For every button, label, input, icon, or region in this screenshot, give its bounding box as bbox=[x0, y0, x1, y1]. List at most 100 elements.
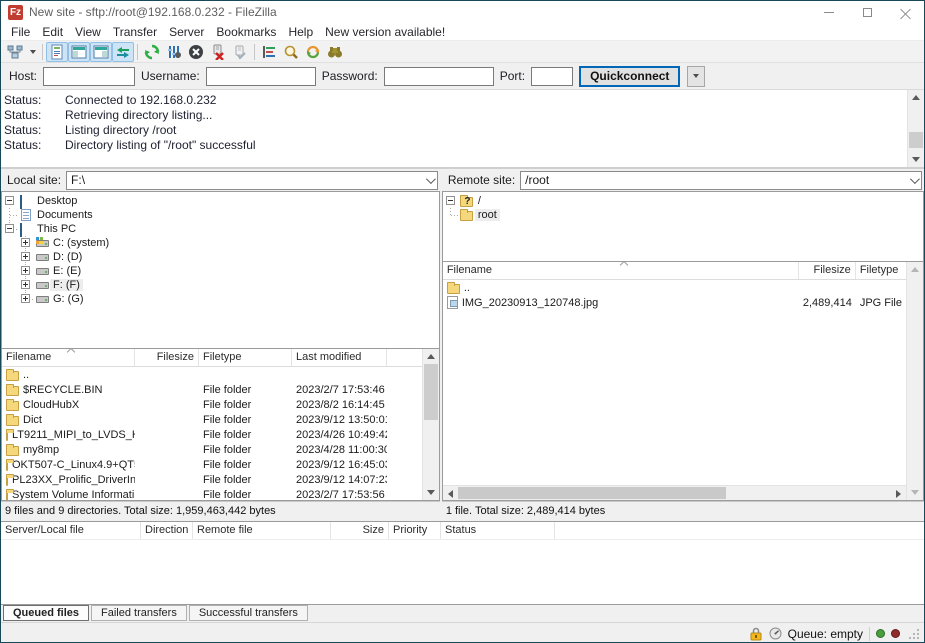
scroll-thumb[interactable] bbox=[909, 132, 923, 148]
toggle-remote-tree-button[interactable] bbox=[90, 42, 112, 62]
menu-new-version[interactable]: New version available! bbox=[319, 25, 451, 39]
maximize-button[interactable] bbox=[848, 1, 886, 23]
expand-icon[interactable] bbox=[21, 252, 30, 261]
remote-list-horizontal-scrollbar[interactable] bbox=[443, 485, 906, 500]
tree-item-this-pc[interactable]: This PC bbox=[2, 222, 439, 236]
menu-help[interactable]: Help bbox=[282, 25, 319, 39]
minimize-button[interactable] bbox=[810, 1, 848, 23]
resize-grip[interactable] bbox=[908, 628, 920, 640]
column-status[interactable]: Status bbox=[441, 522, 555, 539]
column-priority[interactable]: Priority bbox=[389, 522, 441, 539]
column-server-local-file[interactable]: Server/Local file bbox=[1, 522, 141, 539]
tree-item-drive-e[interactable]: E: (E) bbox=[2, 264, 439, 278]
file-row-up[interactable]: .. bbox=[2, 367, 422, 382]
collapse-icon[interactable] bbox=[446, 196, 455, 205]
expand-icon[interactable] bbox=[21, 280, 30, 289]
scroll-up-button[interactable] bbox=[908, 90, 924, 105]
tree-item-desktop[interactable]: Desktop bbox=[2, 194, 439, 208]
tree-item-drive-g[interactable]: G: (G) bbox=[2, 292, 439, 306]
scroll-track[interactable] bbox=[908, 105, 924, 152]
disconnect-button[interactable] bbox=[207, 42, 229, 62]
tab-queued-files[interactable]: Queued files bbox=[3, 605, 89, 621]
scroll-down-button[interactable] bbox=[908, 152, 924, 167]
column-filename[interactable]: Filename bbox=[443, 262, 799, 279]
file-row[interactable]: CloudHubX File folder 2023/8/2 16:14:45 bbox=[2, 397, 422, 412]
local-directory-tree[interactable]: Desktop Documents This PC C: (system) bbox=[1, 191, 440, 348]
remote-directory-tree[interactable]: / root bbox=[442, 191, 924, 261]
username-input[interactable] bbox=[206, 67, 316, 86]
tab-failed-transfers[interactable]: Failed transfers bbox=[91, 605, 187, 621]
speed-gauge-icon[interactable] bbox=[769, 627, 782, 640]
password-input[interactable] bbox=[384, 67, 494, 86]
column-size[interactable]: Size bbox=[331, 522, 389, 539]
local-site-combobox[interactable]: F:\ bbox=[66, 171, 438, 190]
menu-view[interactable]: View bbox=[69, 25, 107, 39]
site-manager-dropdown[interactable] bbox=[26, 42, 39, 62]
filter-button[interactable] bbox=[258, 42, 280, 62]
column-filetype[interactable]: Filetype bbox=[199, 349, 292, 366]
menu-bookmarks[interactable]: Bookmarks bbox=[210, 25, 282, 39]
file-row[interactable]: Dict File folder 2023/9/12 13:50:01 bbox=[2, 412, 422, 427]
tree-item-root[interactable]: root bbox=[443, 208, 923, 222]
scroll-thumb[interactable] bbox=[424, 364, 438, 420]
scroll-down-button[interactable] bbox=[423, 485, 439, 500]
tree-item-documents[interactable]: Documents bbox=[2, 208, 439, 222]
menu-edit[interactable]: Edit bbox=[36, 25, 69, 39]
quickconnect-button[interactable]: Quickconnect bbox=[579, 66, 680, 87]
file-row[interactable]: PL23XX_Prolific_DriverInst... File folde… bbox=[2, 472, 422, 487]
toggle-local-tree-button[interactable] bbox=[68, 42, 90, 62]
file-row[interactable]: my8mp File folder 2023/4/28 11:00:30 bbox=[2, 442, 422, 457]
tree-item-drive-f[interactable]: F: (F) bbox=[2, 278, 439, 292]
toggle-message-log-button[interactable] bbox=[46, 42, 68, 62]
expand-icon[interactable] bbox=[21, 238, 30, 247]
tree-item-drive-d[interactable]: D: (D) bbox=[2, 250, 439, 264]
menu-transfer[interactable]: Transfer bbox=[107, 25, 163, 39]
close-button[interactable] bbox=[886, 1, 924, 23]
file-row[interactable]: LT9211_MIPI_to_LVDS_HV... File folder 20… bbox=[2, 427, 422, 442]
file-row-image[interactable]: IMG_20230913_120748.jpg 2,489,414 JPG Fi… bbox=[443, 295, 906, 310]
menu-server[interactable]: Server bbox=[163, 25, 210, 39]
column-filesize[interactable]: Filesize bbox=[799, 262, 856, 279]
synchronized-browsing-button[interactable] bbox=[302, 42, 324, 62]
remote-site-combobox[interactable]: /root bbox=[520, 171, 922, 190]
column-filename[interactable]: Filename bbox=[2, 349, 135, 366]
scroll-right-button[interactable] bbox=[891, 486, 906, 500]
expand-icon[interactable] bbox=[21, 294, 30, 303]
file-row[interactable]: $RECYCLE.BIN File folder 2023/2/7 17:53:… bbox=[2, 382, 422, 397]
column-last-modified[interactable]: Last modified bbox=[292, 349, 387, 366]
scroll-up-button[interactable] bbox=[907, 262, 923, 277]
collapse-icon[interactable] bbox=[5, 224, 14, 233]
expand-icon[interactable] bbox=[21, 266, 30, 275]
scroll-left-button[interactable] bbox=[443, 486, 458, 500]
cancel-button[interactable] bbox=[185, 42, 207, 62]
find-files-button[interactable] bbox=[324, 42, 346, 62]
file-row-up[interactable]: .. bbox=[443, 280, 906, 295]
scroll-track[interactable] bbox=[423, 364, 439, 485]
scroll-track[interactable] bbox=[907, 277, 923, 485]
scroll-track[interactable] bbox=[458, 486, 891, 500]
local-list-vertical-scrollbar[interactable] bbox=[422, 349, 439, 500]
toggle-transfer-queue-button[interactable] bbox=[112, 42, 134, 62]
column-remote-file[interactable]: Remote file bbox=[193, 522, 331, 539]
site-manager-button[interactable] bbox=[4, 42, 26, 62]
tree-item-root-slash[interactable]: / bbox=[443, 194, 923, 208]
refresh-button[interactable] bbox=[141, 42, 163, 62]
quickconnect-dropdown[interactable] bbox=[687, 66, 705, 87]
tree-item-drive-c[interactable]: C: (system) bbox=[2, 236, 439, 250]
column-direction[interactable]: Direction bbox=[141, 522, 193, 539]
scroll-down-button[interactable] bbox=[907, 485, 923, 500]
lock-icon[interactable] bbox=[749, 627, 763, 641]
file-row[interactable]: System Volume Informati... File folder 2… bbox=[2, 487, 422, 500]
tab-successful-transfers[interactable]: Successful transfers bbox=[189, 605, 308, 621]
remote-list-vertical-scrollbar[interactable] bbox=[906, 262, 923, 500]
port-input[interactable] bbox=[531, 67, 573, 86]
column-filesize[interactable]: Filesize bbox=[135, 349, 199, 366]
scroll-thumb[interactable] bbox=[458, 487, 727, 499]
collapse-icon[interactable] bbox=[5, 196, 14, 205]
file-row[interactable]: OKT507-C_Linux4.9+QT5.... File folder 20… bbox=[2, 457, 422, 472]
log-vertical-scrollbar[interactable] bbox=[907, 90, 924, 167]
directory-comparison-button[interactable] bbox=[280, 42, 302, 62]
host-input[interactable] bbox=[43, 67, 135, 86]
scroll-up-button[interactable] bbox=[423, 349, 439, 364]
column-filetype[interactable]: Filetype bbox=[856, 262, 906, 279]
